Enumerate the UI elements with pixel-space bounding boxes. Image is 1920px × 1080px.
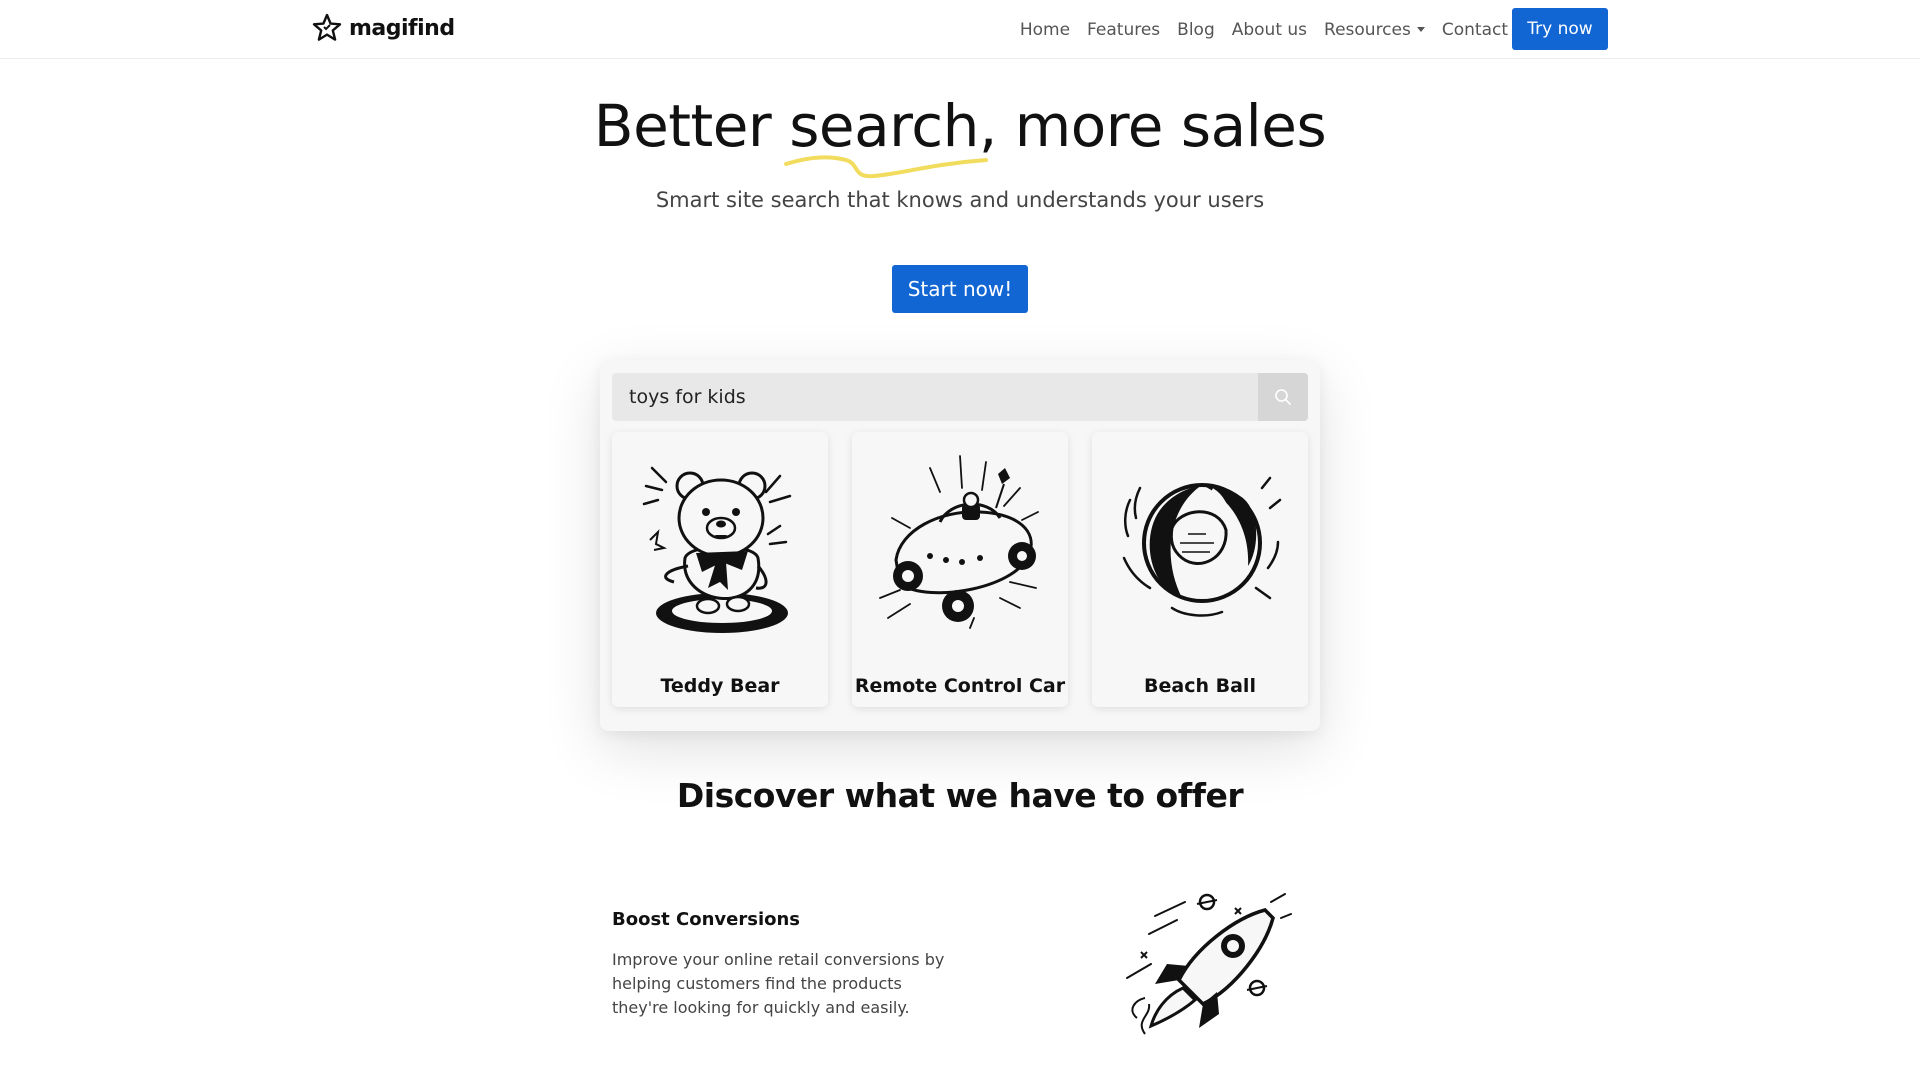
discover-title: Discover what we have to offer [676, 776, 1244, 815]
search-results: Teddy Bear Remote Control Car Beach Ball [612, 432, 1308, 707]
star-logo-icon [312, 13, 342, 41]
brand-name: magifind [349, 15, 455, 41]
nav-link-contact[interactable]: Contact [1442, 20, 1508, 40]
nav-link-features[interactable]: Features [1087, 20, 1160, 40]
nav-dropdown-resources-label: Resources [1324, 19, 1411, 40]
result-name-teddy-bear: Teddy Bear [660, 675, 780, 697]
hero-subtitle: Smart site search that knows and underst… [655, 188, 1265, 212]
search-demo-card: Teddy Bear [600, 360, 1320, 731]
hero-title-after: more sales [996, 92, 1327, 160]
result-card-remote-control-car[interactable]: Remote Control Car [852, 432, 1068, 707]
search-input[interactable] [612, 373, 1258, 421]
result-card-teddy-bear[interactable]: Teddy Bear [612, 432, 828, 707]
nav-dropdown-resources[interactable]: Resources [1324, 20, 1425, 40]
nav-link-blog[interactable]: Blog [1177, 20, 1215, 40]
search-bar [612, 373, 1308, 421]
hero-title-before: Better [593, 92, 790, 160]
result-name-beach-ball: Beach Ball [1144, 675, 1256, 697]
result-name-remote-control-car: Remote Control Car [854, 675, 1066, 697]
highlight-underline-squiggle [784, 155, 988, 179]
search-button[interactable] [1258, 373, 1308, 421]
navbar: magifind Home Features Blog About us Res… [0, 0, 1920, 59]
chevron-down-icon [1416, 27, 1425, 32]
nav-link-home[interactable]: Home [1020, 20, 1070, 40]
brand-logo-link[interactable]: magifind [311, 12, 455, 44]
start-now-button[interactable]: Start now! [892, 265, 1028, 313]
nav-links: Home Features Blog About us Resources Co… [1020, 0, 1508, 59]
rocket-illustration [1126, 893, 1292, 1035]
try-now-button[interactable]: Try now [1512, 8, 1608, 50]
result-card-beach-ball[interactable]: Beach Ball [1092, 432, 1308, 707]
search-icon [1275, 389, 1291, 405]
rc-car-illustration [879, 455, 1039, 629]
feature-title: Boost Conversions [612, 909, 801, 930]
nav-link-about-us[interactable]: About us [1232, 20, 1307, 40]
beach-ball-illustration [1122, 476, 1282, 617]
feature-description: Improve your online retail conversions b… [612, 950, 945, 1017]
teddy-bear-illustration [642, 466, 792, 633]
